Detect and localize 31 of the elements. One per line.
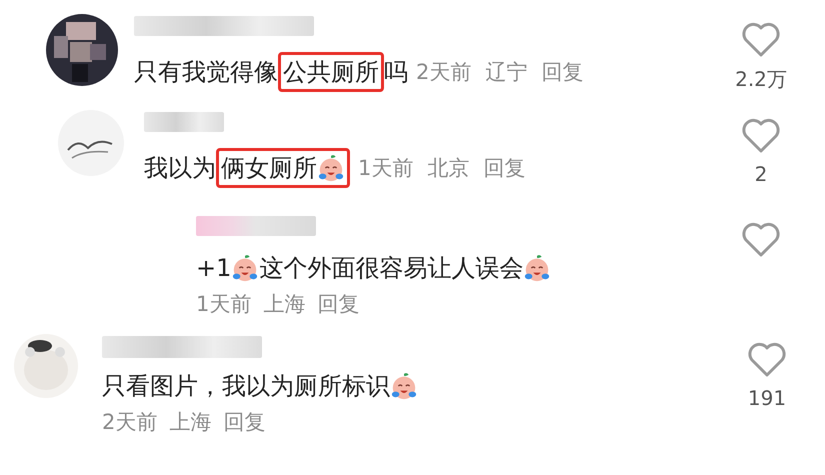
comment-text: +1	[196, 254, 232, 282]
time-text: 1天前	[196, 291, 252, 318]
location-text: 上海	[263, 291, 306, 318]
crying-face-icon	[390, 372, 418, 400]
like-count: 2.2万	[735, 66, 787, 93]
time-text: 1天前	[358, 155, 414, 182]
reply-link[interactable]: 回复	[483, 154, 526, 182]
highlighted-text: 俩女厕所	[221, 153, 317, 184]
heart-icon[interactable]	[741, 22, 781, 58]
crying-face-icon	[231, 254, 260, 282]
like-count: 191	[748, 386, 786, 410]
time-text: 2天前	[416, 59, 472, 86]
comment-text: 只看图片，我以为厕所标识	[102, 371, 390, 402]
reply-link[interactable]: 回复	[223, 408, 266, 436]
heart-icon[interactable]	[741, 222, 781, 258]
location-text: 辽宁	[485, 59, 528, 86]
like-count: 2	[754, 162, 768, 186]
heart-icon[interactable]	[741, 118, 781, 154]
time-text: 2天前	[102, 409, 158, 436]
reply-link[interactable]: 回复	[541, 58, 584, 86]
comment-text: 我以为	[144, 153, 216, 184]
location-text: 北京	[427, 155, 470, 182]
reply-link[interactable]: 回复	[317, 290, 360, 318]
highlighted-text: 公共厕所	[283, 57, 379, 88]
crying-face-icon	[523, 254, 552, 282]
location-text: 上海	[169, 409, 212, 436]
comment-text: 吗	[384, 57, 408, 88]
crying-face-icon	[317, 154, 345, 182]
comment-text: 这个外面很容易让人误会	[259, 253, 524, 284]
heart-icon[interactable]	[747, 342, 787, 378]
comment-text: 只有我觉得像	[134, 57, 278, 88]
